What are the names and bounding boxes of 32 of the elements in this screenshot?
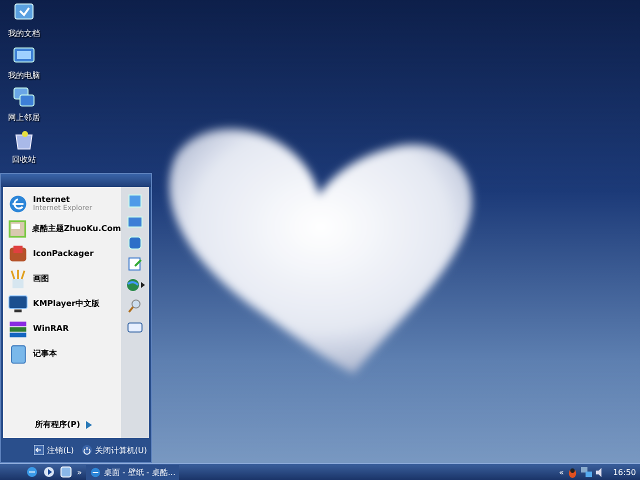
media-player-icon[interactable] — [43, 466, 55, 478]
program-name[interactable]: 记事本 — [33, 348, 57, 359]
desktop-icon-label[interactable]: 网上邻居 — [8, 112, 40, 123]
program-name[interactable]: 画图 — [33, 273, 49, 284]
program-icon[interactable] — [7, 292, 29, 314]
log-off-button[interactable]: 注销(L) — [34, 444, 74, 456]
desktop-icon-label[interactable]: 回收站 — [12, 154, 36, 165]
program-name[interactable]: Internet — [33, 195, 92, 204]
submenu-arrow-icon — [141, 282, 145, 288]
shortcut-icon[interactable] — [125, 277, 141, 293]
program-name[interactable]: IconPackager — [33, 249, 94, 258]
log-off-icon — [34, 445, 44, 455]
power-icon — [82, 445, 92, 455]
shortcut-icon[interactable] — [127, 298, 143, 314]
program-name[interactable]: 桌酷主题ZhuoKu.Com — [32, 223, 121, 234]
program-name[interactable]: KMPlayer中文版 — [33, 298, 100, 309]
shortcut-icon[interactable] — [127, 256, 143, 272]
shutdown-button[interactable]: 关闭计算机(U) — [82, 444, 147, 456]
arrow-right-icon — [86, 420, 92, 428]
quick-launch-more-button[interactable]: » — [77, 468, 82, 476]
clock: 16:50 — [612, 468, 636, 476]
shortcut-icon[interactable] — [127, 235, 143, 251]
desktop-icon-label[interactable]: 我的电脑 — [8, 70, 40, 81]
taskbar-button[interactable]: 桌面 - 壁纸 - 桌酷... — [86, 464, 180, 480]
tray-expand-button[interactable]: « — [559, 468, 564, 476]
desktop-icon-label[interactable]: 我的文档 — [8, 28, 40, 39]
desktop-shortcut-icon[interactable] — [60, 466, 72, 478]
network-icon[interactable] — [580, 466, 592, 478]
program-name[interactable]: WinRAR — [33, 324, 69, 333]
shortcut-icon[interactable] — [127, 214, 143, 230]
all-programs-link[interactable]: 所有程序(P) — [35, 419, 80, 430]
shortcut-icon[interactable] — [127, 193, 143, 209]
